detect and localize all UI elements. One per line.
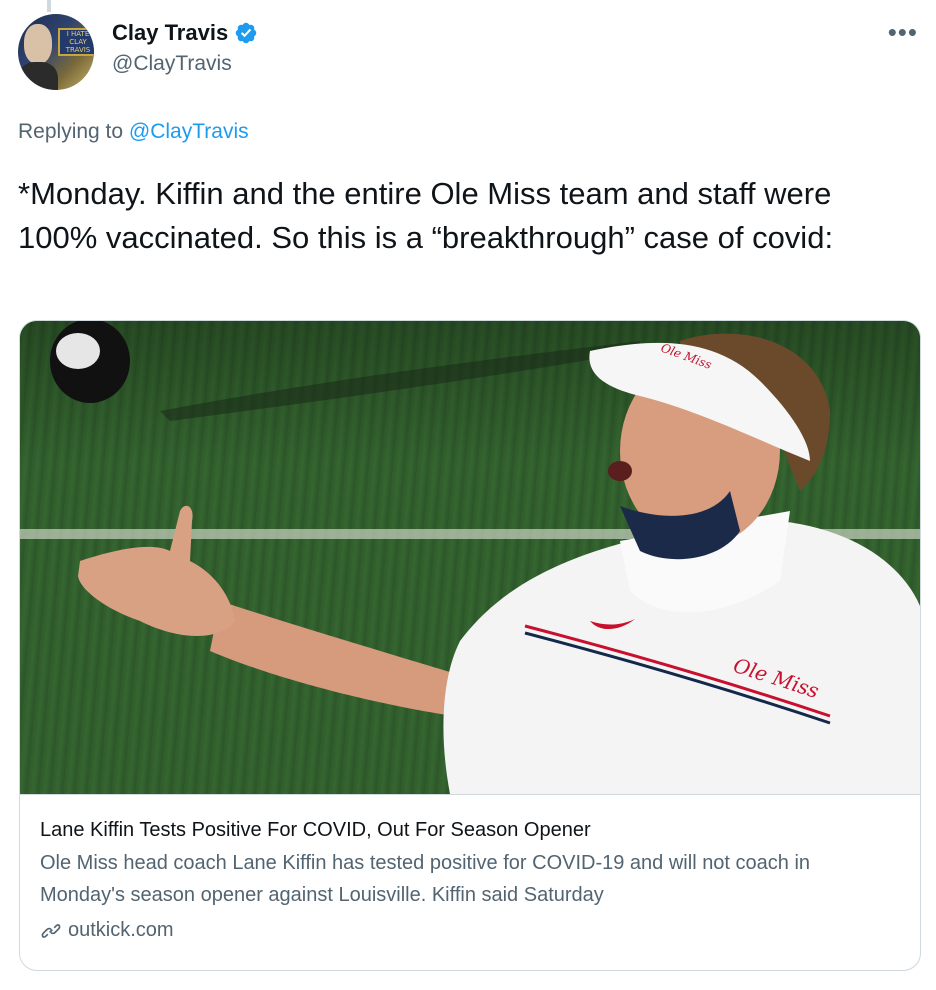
link-icon [41,923,61,938]
replying-to: Replying to @ClayTravis [18,120,249,144]
author-handle[interactable]: @ClayTravis [112,52,258,76]
card-title[interactable]: Lane Kiffin Tests Positive For COVID, Ou… [40,817,900,843]
card-description: Ole Miss head coach Lane Kiffin has test… [40,852,811,906]
replying-prefix: Replying to [18,120,124,143]
thread-connector-line [47,0,51,12]
avatar-sign: I HATE CLAY TRAVIS [58,28,94,56]
avatar[interactable]: I HATE CLAY TRAVIS [18,14,94,90]
card-domain-row[interactable]: outkick.com [40,919,900,942]
more-dots-icon[interactable]: ••• [888,19,918,45]
avatar-sign-text: I HATE CLAY TRAVIS [65,30,91,54]
tweet-text: *Monday. Kiffin and the entire Ole Miss … [18,176,834,255]
coach-photo: Ole Miss Ole Miss [20,321,920,794]
verified-badge-icon [235,22,257,44]
card-domain[interactable]: outkick.com [68,919,174,942]
replying-mention-link[interactable]: @ClayTravis [129,120,249,143]
author-name-row: Clay Travis [112,20,258,46]
author-display-name[interactable]: Clay Travis [112,20,228,46]
card-image[interactable]: Ole Miss Ole Miss [20,321,920,794]
card-meta[interactable]: Lane Kiffin Tests Positive For COVID, Ou… [20,794,920,970]
link-preview-card[interactable]: Ole Miss Ole Miss Lane Kiffin Tests Posi… [19,320,921,971]
avatar-face [24,24,52,64]
author-block: Clay Travis @ClayTravis [112,20,258,76]
avatar-shirt [18,62,58,90]
